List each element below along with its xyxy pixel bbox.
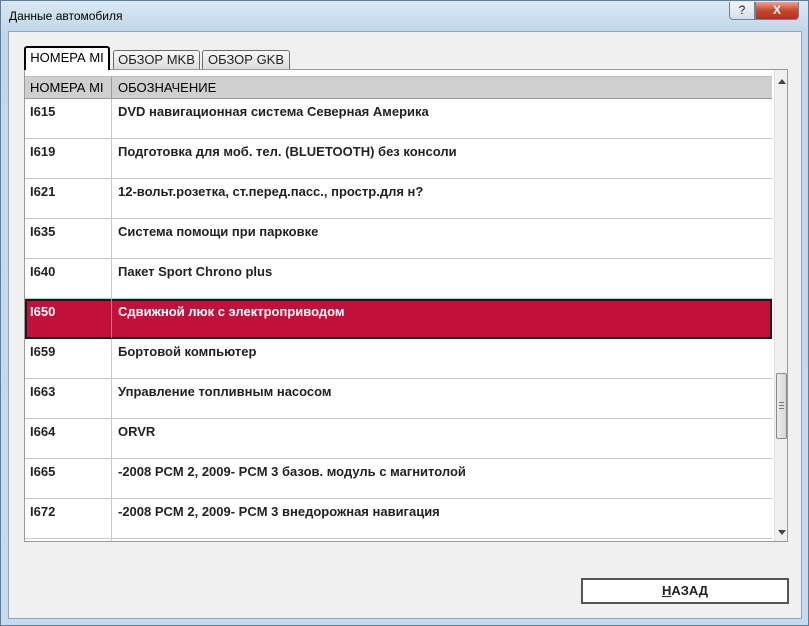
cell-divider [111, 179, 112, 218]
designation-cell: Сдвижной люк с электроприводом [118, 304, 345, 319]
tab-mkb-overview[interactable]: ОБЗОР MKB [113, 50, 200, 69]
table-row-selected[interactable]: I650 Сдвижной люк с электроприводом [25, 299, 772, 339]
cell-divider [111, 259, 112, 298]
cell-divider [111, 99, 112, 138]
back-button-label: АЗАД [671, 583, 709, 598]
grip-line [779, 405, 784, 406]
window-title: Данные автомобиля [9, 9, 123, 23]
table-row[interactable]: I640 Пакет Sport Chrono plus [25, 259, 772, 299]
app-window: Данные автомобиля ? X НОМЕРА MI ОБЗОР MK… [0, 0, 809, 626]
mi-number-cell: I663 [30, 384, 56, 399]
grip-line [779, 402, 784, 403]
designation-cell: Управление топливным насосом [118, 384, 332, 399]
scroll-thumb[interactable] [776, 373, 787, 439]
back-button-mnemonic: Н [661, 583, 672, 598]
help-button[interactable]: ? [729, 2, 755, 20]
designation-cell: Подготовка для моб. тел. (BLUETOOTH) без… [118, 144, 457, 159]
mi-number-cell: I640 [30, 264, 56, 279]
client-area: НОМЕРА MI ОБЗОР MKB ОБЗОР GKB НОМЕРА MI … [8, 31, 802, 619]
cell-divider [111, 459, 112, 498]
cell-divider [111, 139, 112, 178]
designation-cell: Система помощи при парковке [118, 224, 319, 239]
mi-number-cell: I665 [30, 464, 56, 479]
cell-divider [111, 299, 112, 338]
designation-cell: -2008 PCM 2, 2009- PCM 3 внедорожная нав… [118, 504, 440, 519]
cell-divider [111, 339, 112, 378]
mi-number-cell: I659 [30, 344, 56, 359]
designation-cell: Пакет Sport Chrono plus [118, 264, 273, 279]
table-row[interactable]: I665 -2008 PCM 2, 2009- PCM 3 базов. моду… [25, 459, 772, 499]
table-row[interactable]: I664 ORVR [25, 419, 772, 459]
cell-divider [111, 379, 112, 418]
table-row[interactable] [25, 539, 772, 541]
cell-divider [111, 539, 112, 541]
mi-number-cell: I615 [30, 104, 56, 119]
column-header-designation[interactable]: ОБОЗНАЧЕНИЕ [118, 80, 216, 95]
mi-number-cell: I619 [30, 144, 56, 159]
table-row[interactable]: I663 Управление топливным насосом [25, 379, 772, 419]
column-divider[interactable] [111, 77, 112, 98]
title-bar[interactable]: Данные автомобиля ? X [1, 1, 808, 31]
table-row[interactable]: I615 DVD навигационная система Северная А… [25, 99, 772, 139]
mi-number-cell: I672 [30, 504, 56, 519]
tab-gkb-overview[interactable]: ОБЗОР GKB [202, 50, 290, 69]
designation-cell: ORVR [118, 424, 156, 439]
mi-number-cell: I664 [30, 424, 56, 439]
scroll-down-arrow-icon[interactable] [778, 530, 786, 535]
designation-cell: 12-вольт.розетка, ст.перед.пасс., простр… [118, 184, 424, 199]
mi-number-cell: I650 [30, 304, 56, 319]
grip-line [779, 408, 784, 409]
tab-mi-numbers[interactable]: НОМЕРА MI [24, 46, 110, 70]
table-row[interactable]: I635 Система помощи при парковке [25, 219, 772, 259]
table-row[interactable]: I672 -2008 PCM 2, 2009- PCM 3 внедорожная… [25, 499, 772, 539]
table-row[interactable]: I619 Подготовка для моб. тел. (BLUETOOTH)… [25, 139, 772, 179]
cell-divider [111, 419, 112, 458]
table-row[interactable]: I621 12-вольт.розетка, ст.перед.пасс., пр… [25, 179, 772, 219]
mi-number-cell: I635 [30, 224, 56, 239]
mi-numbers-table: НОМЕРА MI ОБОЗНАЧЕНИЕ I615 DVD навигацион… [24, 69, 788, 542]
close-button[interactable]: X [755, 2, 799, 20]
table-row[interactable]: I659 Бортовой компьютер [25, 339, 772, 379]
designation-cell: DVD навигационная система Северная Амери… [118, 104, 429, 119]
back-button[interactable]: НАЗАД [581, 578, 789, 604]
cell-divider [111, 219, 112, 258]
designation-cell: -2008 PCM 2, 2009- PCM 3 базов. модуль с… [118, 464, 466, 479]
mi-number-cell: I621 [30, 184, 56, 199]
table-header: НОМЕРА MI ОБОЗНАЧЕНИЕ [25, 76, 772, 99]
designation-cell: Бортовой компьютер [118, 344, 257, 359]
column-header-mi-numbers[interactable]: НОМЕРА MI [30, 80, 104, 95]
cell-divider [111, 499, 112, 538]
vertical-scrollbar[interactable] [774, 70, 787, 541]
scroll-up-arrow-icon[interactable] [778, 79, 786, 84]
table-body: I615 DVD навигационная система Северная А… [25, 99, 772, 541]
